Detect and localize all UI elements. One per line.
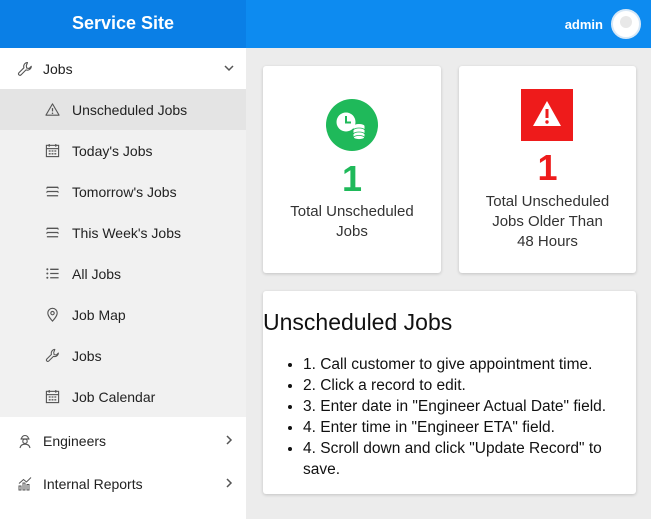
map-pin-icon — [44, 306, 61, 323]
engineer-icon — [16, 432, 33, 449]
sidebar-item-internal-reports[interactable]: Internal Reports — [0, 463, 246, 504]
sidebar-item-label: Engineers — [43, 432, 107, 449]
list-item: 1. Call customer to give appointment tim… — [303, 354, 635, 375]
sidebar-item-label: Tomorrow's Jobs — [72, 183, 177, 200]
list-item: 2. Click a record to edit. — [303, 375, 635, 396]
sidebar-item-job-calendar[interactable]: Job Calendar — [0, 376, 246, 417]
sidebar-item-label: Job Calendar — [72, 388, 156, 405]
alert-triangle-icon — [521, 89, 573, 146]
stat-card-unscheduled[interactable]: 1 Total Unscheduled Jobs — [263, 66, 441, 273]
avatar[interactable] — [611, 9, 641, 39]
app-title[interactable]: Service Site — [0, 0, 246, 48]
username[interactable]: admin — [565, 17, 603, 32]
chevron-down-icon[interactable] — [222, 61, 236, 75]
sidebar-item-label: All Jobs — [72, 265, 122, 282]
list-item: 4. Enter time in "Engineer ETA" field. — [303, 417, 635, 438]
sidebar-item-jobs[interactable]: Jobs — [0, 48, 246, 89]
list-icon — [44, 265, 61, 282]
list-item: 4. Scroll down and click "Update Record"… — [303, 438, 635, 480]
instructions-card: Unscheduled Jobs 1. Call customer to giv… — [263, 291, 636, 494]
sidebar-item-label: Jobs — [72, 347, 102, 364]
stat-value: 1 — [537, 147, 558, 188]
sidebar-item-todays-jobs[interactable]: Today's Jobs — [0, 130, 246, 171]
instructions-title: Unscheduled Jobs — [263, 309, 453, 335]
clock-coins-icon — [326, 99, 378, 156]
sidebar-item-this-weeks-jobs[interactable]: This Week's Jobs — [0, 212, 246, 253]
user-menu[interactable]: admin — [565, 8, 641, 40]
stat-label-line: Jobs Older Than — [492, 213, 603, 230]
stat-value: 1 — [341, 158, 363, 199]
stat-label: Total Unscheduled Jobs Older Than 48 Hou… — [459, 192, 636, 252]
sidebar-item-label: Job Map — [72, 306, 126, 323]
wrench-icon — [16, 60, 33, 77]
bar-chart-icon — [16, 475, 33, 492]
top-bar: Service Site admin — [0, 0, 651, 48]
list-item: 3. Enter date in "Engineer Actual Date" … — [303, 396, 635, 417]
chevron-right-icon[interactable] — [222, 476, 236, 490]
sidebar-item-label: This Week's Jobs — [72, 224, 182, 241]
calendar-icon — [44, 142, 61, 159]
sidebar-item-jobs-list[interactable]: Jobs — [0, 335, 246, 376]
sidebar-item-unscheduled-jobs[interactable]: Unscheduled Jobs — [0, 89, 246, 130]
stack-icon — [44, 224, 61, 241]
stat-card-older-than-48h[interactable]: 1 Total Unscheduled Jobs Older Than 48 H… — [459, 66, 636, 273]
wrench-icon — [44, 347, 61, 364]
sidebar-item-label: Internal Reports — [43, 475, 143, 492]
sidebar-item-label: Unscheduled Jobs — [72, 101, 188, 118]
sidebar-item-label: Today's Jobs — [72, 142, 153, 159]
stack-icon — [44, 183, 61, 200]
instructions-list: 1. Call customer to give appointment tim… — [285, 354, 635, 480]
stat-label-line: 48 Hours — [517, 233, 578, 250]
sidebar: Jobs Unscheduled Jobs Today's Jobs Tomor… — [0, 48, 246, 519]
warning-icon — [44, 101, 61, 118]
sidebar-item-tomorrows-jobs[interactable]: Tomorrow's Jobs — [0, 171, 246, 212]
calendar-icon — [44, 388, 61, 405]
sidebar-item-all-jobs[interactable]: All Jobs — [0, 253, 246, 294]
stat-label-line: Total Unscheduled — [290, 203, 414, 220]
stat-label: Total Unscheduled Jobs — [263, 202, 441, 242]
stat-label-line: Total Unscheduled — [485, 193, 610, 210]
sidebar-item-engineers[interactable]: Engineers — [0, 420, 246, 461]
sidebar-item-job-map[interactable]: Job Map — [0, 294, 246, 335]
sidebar-item-label: Jobs — [43, 60, 73, 77]
chevron-right-icon[interactable] — [222, 433, 236, 447]
stat-label-line: Jobs — [336, 223, 368, 240]
